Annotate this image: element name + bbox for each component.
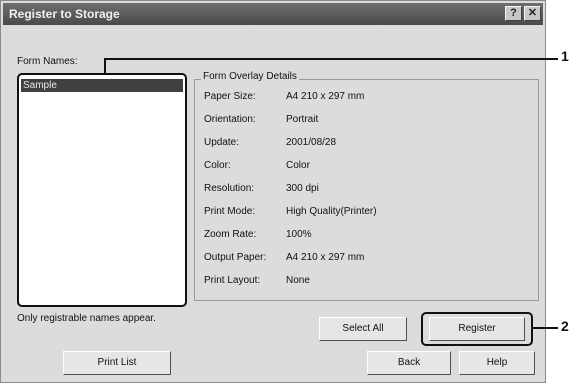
select-all-button[interactable]: Select All xyxy=(319,317,407,341)
close-icon[interactable]: ✕ xyxy=(524,6,541,21)
detail-key: Color: xyxy=(204,160,231,171)
back-button[interactable]: Back xyxy=(367,351,451,375)
detail-value: 100% xyxy=(286,229,312,240)
form-names-label: Form Names: xyxy=(17,56,78,67)
detail-key: Print Mode: xyxy=(204,206,256,217)
detail-key: Update: xyxy=(204,137,240,148)
detail-key: Print Layout: xyxy=(204,275,261,286)
form-overlay-details-title: Form Overlay Details xyxy=(201,71,299,82)
detail-value: 300 dpi xyxy=(286,183,319,194)
print-list-button[interactable]: Print List xyxy=(63,351,171,375)
help-button[interactable]: Help xyxy=(459,351,535,375)
callout-line-2 xyxy=(532,327,558,329)
detail-value: A4 210 x 297 mm xyxy=(286,91,365,102)
form-names-listbox[interactable]: Sample xyxy=(17,73,187,307)
detail-value: 2001/08/28 xyxy=(286,137,337,148)
detail-key: Output Paper: xyxy=(204,252,267,263)
callout-line-1 xyxy=(104,58,558,60)
callout-number-2: 2 xyxy=(561,318,569,334)
detail-key: Zoom Rate: xyxy=(204,229,257,240)
callout-line-1-drop xyxy=(104,58,106,74)
detail-value: Portrait xyxy=(286,114,319,125)
detail-key: Resolution: xyxy=(204,183,255,194)
detail-value: None xyxy=(286,275,310,286)
list-item[interactable]: Sample xyxy=(21,79,183,92)
detail-key: Orientation: xyxy=(204,114,256,125)
detail-value: Color xyxy=(286,160,310,171)
register-button[interactable]: Register xyxy=(429,317,525,341)
window-title: Register to Storage xyxy=(9,7,120,21)
detail-key: Paper Size: xyxy=(204,91,256,102)
detail-value: A4 210 x 297 mm xyxy=(286,252,365,263)
detail-value: High Quality(Printer) xyxy=(286,206,377,217)
title-bar[interactable]: Register to Storage ? ✕ xyxy=(3,3,543,25)
help-icon[interactable]: ? xyxy=(505,6,522,21)
registrable-note: Only registrable names appear. xyxy=(17,313,156,324)
callout-number-1: 1 xyxy=(561,48,569,64)
